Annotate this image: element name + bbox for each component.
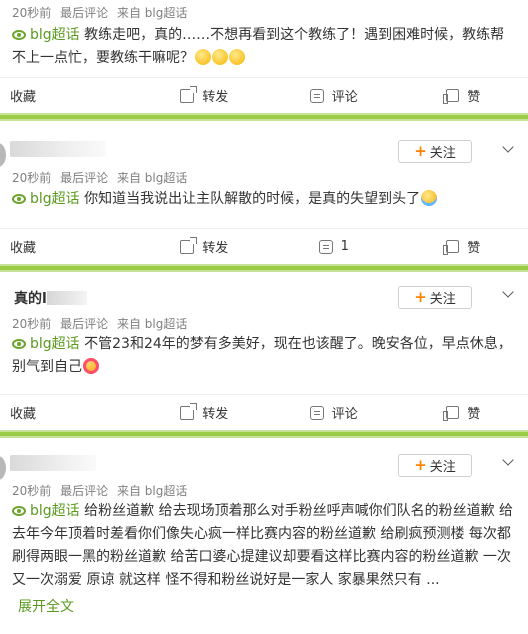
crying-face-emoji (421, 190, 438, 206)
post-body: blg超话 不管23和24年的梦有多美好，现在也该醒了。晚安各位，早点休息，别气… (12, 333, 516, 379)
weibo-feed: 20秒前 最后评论 来自 blg超话 blg超话 教练走吧，真的……不想再看到这… (0, 0, 528, 634)
follow-button[interactable]: + 关注 (398, 286, 472, 309)
share-button[interactable]: 转发 (140, 237, 270, 256)
post-actions: 收藏 转发 评论 赞 (0, 77, 528, 113)
post-text: 你知道当我说出让主队解散的时候，是真的失望到头了 (84, 191, 421, 207)
comment-icon (309, 405, 324, 420)
comment-button[interactable]: 评论 (269, 403, 399, 422)
post-meta: 20秒前 最后评论 来自 blg超话 (12, 169, 192, 186)
supertopic-link[interactable]: blg超话 (12, 191, 80, 207)
user-name-blurred (46, 291, 87, 305)
follow-button[interactable]: + 关注 (398, 140, 472, 163)
post-body: blg超话 教练走吧，真的……不想再看到这个教练了！遇到困难时候，教练帮不上一点… (12, 24, 516, 70)
share-icon (180, 239, 195, 254)
supertopic-link[interactable]: blg超话 (12, 336, 80, 352)
comment-button[interactable]: 1 (269, 239, 399, 254)
plus-icon: + (414, 456, 427, 474)
post-time: 20秒前 (12, 171, 52, 185)
post-actions: 收藏 转发 评论 赞 (0, 394, 528, 430)
post-time: 20秒前 (12, 484, 52, 498)
post-last-comment: 最后评论 (60, 171, 109, 185)
favorite-button[interactable]: 收藏 (0, 86, 140, 105)
love-face-emoji (83, 358, 99, 374)
user-name-blurred[interactable] (10, 455, 96, 471)
avatar[interactable] (0, 143, 6, 167)
thumbs-up-icon (443, 89, 460, 104)
like-button[interactable]: 赞 (399, 237, 528, 256)
post-card: 真的l + 关注 20秒前 最后评论 来自 blg超话 blg超话 不管23和24… (0, 272, 528, 430)
feed-separator (0, 430, 528, 438)
feed-separator (0, 113, 528, 121)
supertopic-link[interactable]: blg超话 (12, 27, 80, 43)
feed-separator (0, 264, 528, 272)
post-card: + 关注 20秒前 最后评论 来自 blg超话 blg超话 你知道当我说出让主队解… (0, 121, 528, 264)
post-last-comment: 最后评论 (60, 317, 109, 331)
share-button[interactable]: 转发 (140, 86, 270, 105)
plus-icon: + (414, 288, 427, 306)
like-button[interactable]: 赞 (399, 403, 528, 422)
avatar[interactable] (0, 456, 6, 480)
post-source[interactable]: 来自 blg超话 (117, 484, 187, 498)
supertopic-icon (12, 506, 26, 516)
post-actions: 收藏 转发 1 赞 (0, 228, 528, 264)
expand-full-text-link[interactable]: 展开全文 (18, 596, 74, 616)
post-text: 给粉丝道歉 给去现场顶着那么对手粉丝呼声喊你们队名的粉丝道歉 给去年今年顶着时差… (12, 503, 514, 588)
sweat-face-emoji (229, 49, 245, 65)
post-last-comment: 最后评论 (60, 6, 109, 20)
post-time: 20秒前 (12, 317, 52, 331)
supertopic-icon (12, 194, 26, 204)
post-source[interactable]: 来自 blg超话 (117, 317, 187, 331)
share-icon (180, 405, 195, 420)
follow-button[interactable]: + 关注 (398, 454, 472, 477)
supertopic-icon (12, 30, 26, 40)
favorite-button[interactable]: 收藏 (0, 403, 140, 422)
post-last-comment: 最后评论 (60, 484, 109, 498)
post-body: blg超话 你知道当我说出让主队解散的时候，是真的失望到头了 (12, 188, 516, 211)
post-source[interactable]: 来自 blg超话 (117, 171, 187, 185)
user-name[interactable]: 真的l (14, 288, 87, 308)
thumbs-up-icon (443, 406, 460, 421)
post-time: 20秒前 (12, 6, 52, 20)
like-button[interactable]: 赞 (399, 86, 528, 105)
chevron-down-icon[interactable] (502, 454, 514, 466)
chevron-down-icon[interactable] (502, 141, 514, 153)
user-name-blurred[interactable] (10, 141, 106, 157)
favorite-button[interactable]: 收藏 (0, 237, 140, 256)
post-meta: 20秒前 最后评论 来自 blg超话 (12, 482, 192, 499)
comment-icon (309, 88, 324, 103)
share-button[interactable]: 转发 (140, 403, 270, 422)
share-icon (180, 88, 195, 103)
supertopic-link[interactable]: blg超话 (12, 503, 80, 519)
post-source[interactable]: 来自 blg超话 (117, 6, 187, 20)
comment-button[interactable]: 评论 (269, 86, 399, 105)
chevron-down-icon[interactable] (502, 286, 514, 298)
comment-icon (318, 239, 333, 254)
supertopic-icon (12, 339, 26, 349)
post-text: 教练走吧，真的……不想再看到这个教练了！遇到困难时候，教练帮不上一点忙，要教练干… (12, 27, 505, 66)
thumbs-up-icon (443, 240, 460, 255)
sweat-face-emoji (212, 49, 228, 65)
post-meta: 20秒前 最后评论 来自 blg超话 (12, 315, 192, 332)
comment-count: 1 (340, 239, 349, 254)
post-meta: 20秒前 最后评论 来自 blg超话 (12, 4, 192, 21)
sweat-face-emoji (195, 49, 211, 65)
post-body: blg超话 给粉丝道歉 给去现场顶着那么对手粉丝呼声喊你们队名的粉丝道歉 给去年… (12, 500, 518, 592)
plus-icon: + (414, 142, 427, 160)
post-card: + 关注 20秒前 最后评论 来自 blg超话 blg超话 给粉丝道歉 给去现场顶… (0, 438, 528, 634)
post-card: 20秒前 最后评论 来自 blg超话 blg超话 教练走吧，真的……不想再看到这… (0, 0, 528, 113)
